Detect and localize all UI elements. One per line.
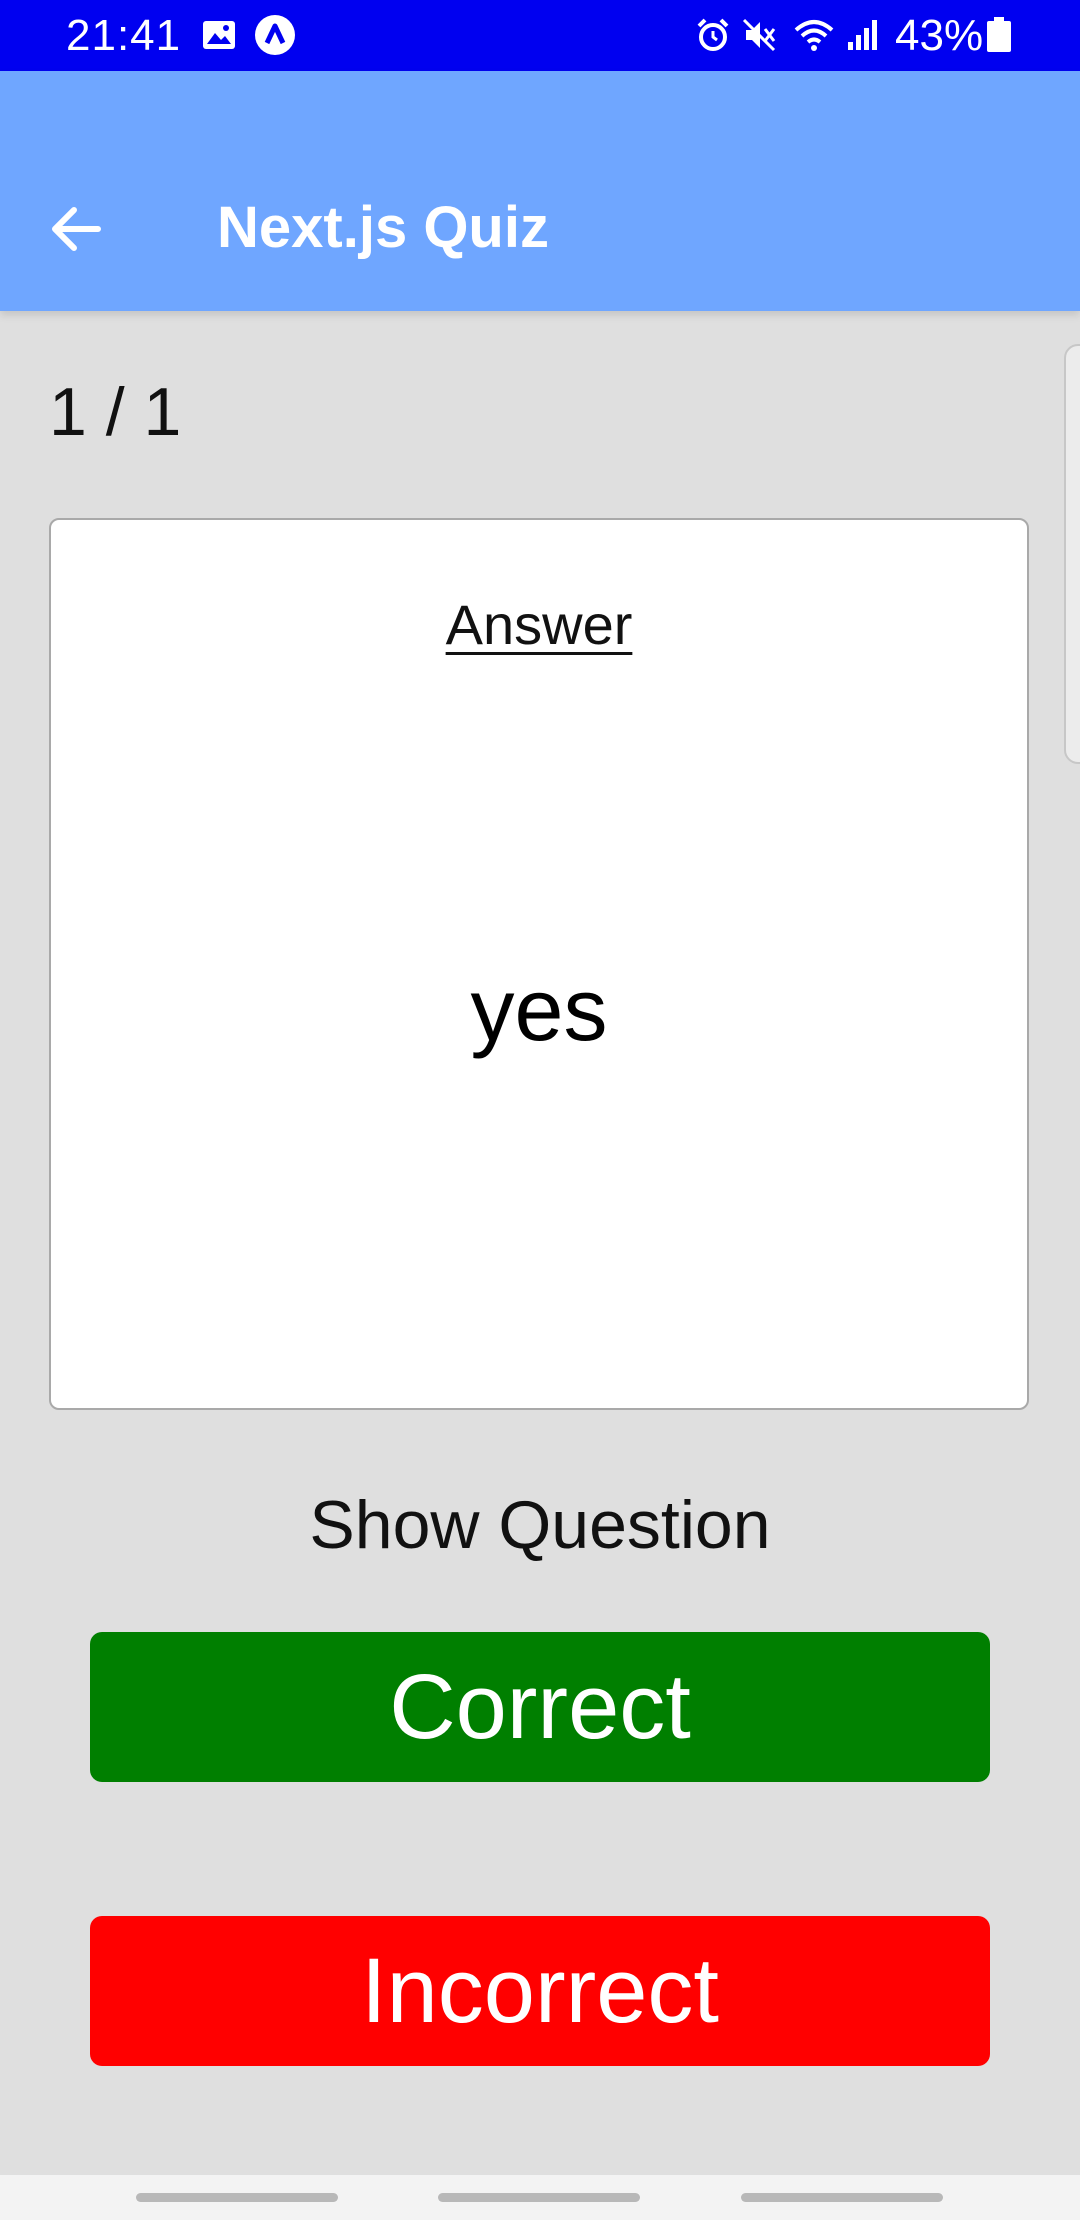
status-bar: 21:41 43% [0,0,1080,71]
nav-back-handle[interactable] [741,2193,943,2202]
app-a-icon [255,15,295,55]
scrollbar[interactable] [1064,344,1080,764]
arrow-left-icon[interactable] [40,191,116,267]
app-title: Next.js Quiz [217,195,549,260]
nav-home-handle[interactable] [438,2193,640,2202]
alarm-icon [697,18,729,51]
mute-icon [742,18,776,52]
app-bar: Next.js Quiz [0,71,1080,311]
signal-icon [848,20,877,50]
card-heading: Answer [445,593,633,656]
flashcard[interactable]: Answer yes [49,518,1029,1410]
battery-level: 43% [895,11,984,60]
nav-recents-handle[interactable] [136,2193,338,2202]
image-icon [203,21,235,49]
navigation-bar [0,2175,1080,2220]
battery-icon [987,17,1011,52]
status-time: 21:41 [66,11,182,60]
card-content: yes [470,960,608,1059]
correct-button[interactable]: Correct [90,1632,990,1782]
progress-counter: 1 / 1 [49,374,182,450]
wifi-icon [794,20,834,51]
incorrect-button[interactable]: Incorrect [90,1916,990,2066]
show-question-button[interactable]: Show Question [0,1485,1080,1565]
